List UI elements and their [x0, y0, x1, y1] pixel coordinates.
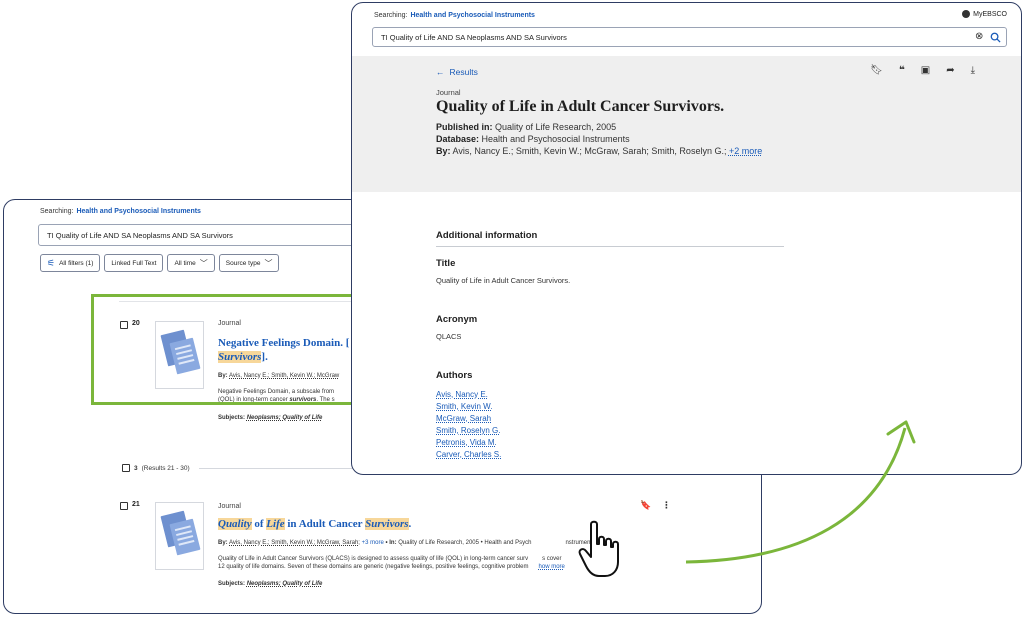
hand-cursor-icon [578, 520, 619, 577]
arrow-icon [685, 420, 916, 564]
